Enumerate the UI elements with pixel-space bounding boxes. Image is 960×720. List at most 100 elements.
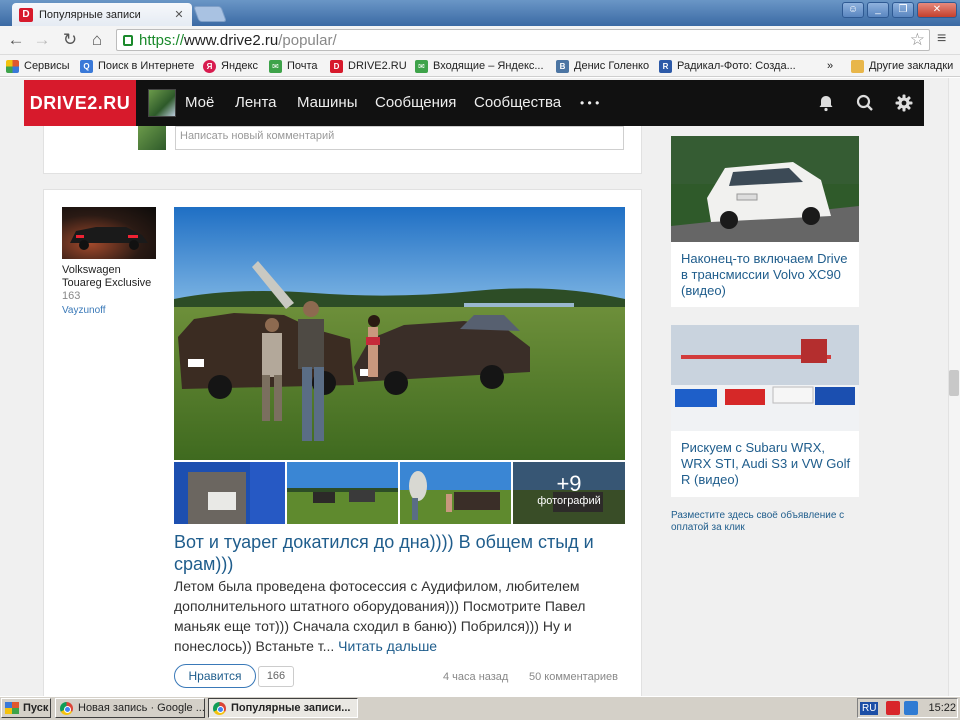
taskbar-item-popular[interactable]: Популярные записи... <box>208 698 358 718</box>
mail-icon: ✉ <box>415 59 428 73</box>
search-icon[interactable] <box>855 94 875 114</box>
car-name[interactable]: Volkswagen Touareg Exclusive 163 <box>62 264 152 303</box>
bookmark-drive2[interactable]: D DRIVE2.RU <box>330 58 407 74</box>
post-excerpt: Летом была проведена фотосессия с Аудифи… <box>174 576 629 656</box>
browser-tab[interactable]: D Популярные записи ✕ <box>12 3 192 26</box>
forward-icon[interactable]: → <box>32 30 52 50</box>
bookmark-inbox[interactable]: ✉ Входящие – Яндекс... <box>415 58 544 74</box>
chrome-icon <box>60 701 73 715</box>
read-more-link[interactable]: Читать дальше <box>338 638 437 654</box>
vk-icon: B <box>556 59 569 73</box>
nav-item-messages[interactable]: Сообщения <box>375 94 456 111</box>
url-path: /popular/ <box>278 31 337 49</box>
post-thumbnail-3[interactable] <box>400 462 511 524</box>
bookmark-services[interactable]: Сервисы <box>6 58 70 74</box>
ad-image-1[interactable] <box>671 136 859 242</box>
bookmark-label: Сервисы <box>24 60 70 72</box>
bookmark-label: Яндекс <box>221 60 258 72</box>
search-icon: Q <box>80 59 93 73</box>
bookmarks-overflow-label: » <box>827 60 834 72</box>
notifications-bell-icon[interactable] <box>816 94 836 114</box>
bookmark-label: Почта <box>287 60 318 72</box>
folder-icon <box>851 59 864 73</box>
bookmark-label: Поиск в Интернете <box>98 60 195 72</box>
author-link[interactable]: Vayzunoff <box>62 305 106 316</box>
system-tray: RU 15:22 <box>857 698 958 718</box>
bookmark-vk[interactable]: B Денис Голенко <box>556 58 649 74</box>
car-thumbnail[interactable] <box>62 207 156 259</box>
taskbar-item-new-post[interactable]: Новая запись · Google ... <box>55 698 205 718</box>
car-count: 163 <box>62 290 81 302</box>
advertise-here-link[interactable]: Разместите здесь своё объявление с оплат… <box>671 510 861 534</box>
start-button[interactable]: Пуск <box>1 698 51 718</box>
ad-title-1[interactable]: Наконец-то включаем Drive в трансмиссии … <box>681 251 855 299</box>
home-icon[interactable]: ⌂ <box>87 30 107 50</box>
bookmark-radikal[interactable]: R Радикал-Фото: Созда... <box>659 58 796 74</box>
back-icon[interactable]: ← <box>6 30 26 50</box>
nav-item-feed[interactable]: Лента <box>235 94 277 111</box>
antivirus-icon[interactable] <box>886 701 901 715</box>
nav-item-communities[interactable]: Сообщества <box>474 94 561 111</box>
car-name-text[interactable]: Volkswagen Touareg Exclusive <box>62 264 151 289</box>
more-photos-label: фотографий <box>537 495 601 507</box>
more-photos-count: +9 <box>556 471 582 496</box>
avatar <box>138 126 166 150</box>
site-logo[interactable]: DRIVE2.RU <box>24 80 136 126</box>
mail-icon: ✉ <box>269 59 282 73</box>
comments-link[interactable]: 50 комментариев <box>529 671 618 683</box>
language-indicator[interactable]: RU <box>860 701 879 715</box>
clock: 15:22 <box>928 702 956 714</box>
chrome-icon <box>213 701 226 715</box>
like-count: 166 <box>258 666 294 687</box>
tray-app-icon[interactable] <box>904 701 919 715</box>
post-title[interactable]: Вот и туарег докатился до дна)))) В обще… <box>174 531 629 575</box>
bookmark-label: Другие закладки <box>869 60 954 72</box>
bookmark-star-icon[interactable]: ☆ <box>910 30 925 50</box>
menu-icon[interactable]: ≡ <box>937 30 946 48</box>
drive2-favicon-icon: D <box>19 7 33 22</box>
new-tab-button[interactable] <box>193 6 227 22</box>
nav-item-cars[interactable]: Машины <box>297 94 357 111</box>
ad-title-2[interactable]: Рискуем с Subaru WRX, WRX STI, Audi S3 и… <box>681 440 855 488</box>
settings-gear-icon[interactable] <box>894 94 914 114</box>
yandex-icon: Я <box>203 59 216 73</box>
ad-image-2[interactable] <box>671 325 859 431</box>
tab-title: Популярные записи <box>39 8 141 21</box>
bookmark-other[interactable]: Другие закладки <box>851 58 953 74</box>
windows-logo-icon <box>5 702 19 714</box>
reload-icon[interactable]: ↻ <box>60 30 80 50</box>
tab-close-icon[interactable]: ✕ <box>172 8 186 21</box>
avatar[interactable] <box>148 89 176 117</box>
drive2-icon: D <box>330 59 343 73</box>
bookmark-search[interactable]: Q Поиск в Интернете <box>80 58 194 74</box>
post-thumbnail-2[interactable] <box>287 462 398 524</box>
bookmark-mail[interactable]: ✉ Почта <box>269 58 318 74</box>
bookmark-yandex[interactable]: Я Яндекс <box>203 58 258 74</box>
post-main-photo[interactable] <box>174 207 625 460</box>
url-scheme: https:// <box>139 31 185 49</box>
user-icon[interactable]: ☺ <box>842 2 864 18</box>
start-label: Пуск <box>23 702 49 714</box>
bookmark-label: Радикал-Фото: Созда... <box>677 60 796 72</box>
scrollbar-thumb[interactable] <box>949 370 959 396</box>
bookmark-label: Денис Голенко <box>574 60 650 72</box>
url-host: www.drive2.ru <box>184 31 279 49</box>
post-thumbnail-1[interactable] <box>174 462 285 524</box>
radikal-icon: R <box>659 59 672 73</box>
address-input[interactable]: https://www.drive2.ru/popular/ ☆ <box>116 29 930 51</box>
like-button[interactable]: Нравится <box>174 664 256 688</box>
nav-item-mine[interactable]: Моё <box>185 94 214 111</box>
nav-more[interactable]: • • • <box>580 96 599 110</box>
bookmark-label: Входящие – Яндекс... <box>433 60 544 72</box>
minimize-button[interactable]: _ <box>867 2 889 18</box>
bookmark-label: DRIVE2.RU <box>348 60 407 72</box>
maximize-button[interactable]: ❐ <box>892 2 914 18</box>
close-window-button[interactable]: ✕ <box>917 2 957 18</box>
taskbar-item-label: Новая запись · Google ... <box>78 702 205 714</box>
taskbar-item-label: Популярные записи... <box>231 702 351 714</box>
post-time: 4 часа назад <box>443 671 509 683</box>
more-photos-overlay[interactable]: +9 фотографий <box>513 462 625 524</box>
bookmarks-overflow[interactable]: » <box>827 58 833 74</box>
apps-icon <box>6 59 19 73</box>
comment-input[interactable]: Написать новый комментарий <box>175 126 624 150</box>
